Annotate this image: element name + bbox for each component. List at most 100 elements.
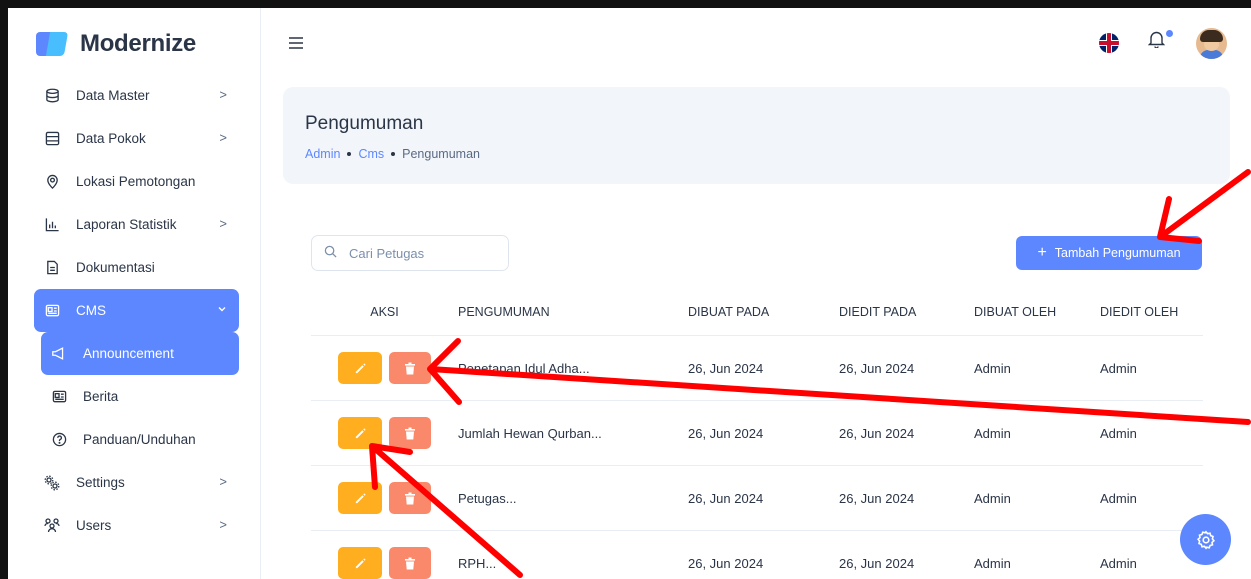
notification-bell-icon[interactable] xyxy=(1147,30,1166,53)
sidebar-item-label: Users xyxy=(76,518,112,533)
brand[interactable]: Modernize xyxy=(36,30,196,58)
sidebar-item-label: Data Pokok xyxy=(76,131,146,146)
created-date: 26, Jun 2024 xyxy=(688,425,764,441)
column-header-diedit-pada[interactable]: DIEDIT PADA xyxy=(839,305,974,319)
column-header-dibuat-pada[interactable]: DIBUAT PADA xyxy=(688,305,839,319)
chart-bar-icon xyxy=(44,217,60,233)
edited-date: 26, Jun 2024 xyxy=(839,490,915,506)
sidebar-item-laporan-statistik[interactable]: Laporan Statistik > xyxy=(34,203,239,246)
trash-icon xyxy=(405,557,415,569)
table-row: Jumlah Hewan Qurban... 26, Jun 2024 26, … xyxy=(311,401,1203,466)
breadcrumb-current: Pengumuman xyxy=(402,147,480,161)
pencil-icon xyxy=(355,362,366,373)
edited-by: Admin xyxy=(1100,490,1137,506)
chevron-right-icon: > xyxy=(219,474,227,489)
sidebar-item-data-master[interactable]: Data Master > xyxy=(34,74,239,117)
pencil-icon xyxy=(355,492,366,503)
sidebar-item-users[interactable]: Users > xyxy=(34,504,239,547)
sidebar-item-lokasi-pemotongan[interactable]: Lokasi Pemotongan xyxy=(34,160,239,203)
delete-button[interactable] xyxy=(389,547,431,579)
trash-icon xyxy=(405,492,415,504)
breadcrumb-link-admin[interactable]: Admin xyxy=(305,147,340,161)
row-actions xyxy=(311,547,458,579)
megaphone-icon xyxy=(51,346,67,362)
sidebar-item-label: Announcement xyxy=(83,346,174,361)
breadcrumb: Admin Cms Pengumuman xyxy=(305,147,480,161)
search-input[interactable] xyxy=(349,245,489,261)
sidebar-item-dokumentasi[interactable]: Dokumentasi xyxy=(34,246,239,289)
sidebar-item-label: Berita xyxy=(83,389,119,404)
delete-button[interactable] xyxy=(389,352,431,384)
edited-date: 26, Jun 2024 xyxy=(839,360,915,376)
language-flag-icon[interactable] xyxy=(1099,33,1119,53)
sidebar-item-panduan-unduhan[interactable]: Panduan/Unduhan xyxy=(41,418,239,461)
table-row: Petugas... 26, Jun 2024 26, Jun 2024 Adm… xyxy=(311,466,1203,531)
database-icon xyxy=(44,88,60,104)
sidebar-item-label: Lokasi Pemotongan xyxy=(76,174,196,189)
sidebar-item-settings[interactable]: Settings > xyxy=(34,461,239,504)
breadcrumb-separator xyxy=(391,152,396,156)
delete-button[interactable] xyxy=(389,417,431,449)
menu-toggle-icon[interactable] xyxy=(288,34,304,55)
table-row: RPH... 26, Jun 2024 26, Jun 2024 Admin A… xyxy=(311,531,1203,579)
delete-button[interactable] xyxy=(389,482,431,514)
brand-name: Modernize xyxy=(80,30,196,57)
pencil-icon xyxy=(355,427,366,438)
column-header-diedit-oleh[interactable]: DIEDIT OLEH xyxy=(1100,305,1203,319)
announcement-table: AKSI PENGUMUMAN DIBUAT PADA DIEDIT PADA … xyxy=(311,289,1203,579)
add-announcement-button[interactable]: + Tambah Pengumuman xyxy=(1016,236,1202,270)
edited-date: 26, Jun 2024 xyxy=(839,425,915,441)
breadcrumb-link-cms[interactable]: Cms xyxy=(358,147,384,161)
announcement-title[interactable]: RPH... xyxy=(458,556,688,571)
table-header: AKSI PENGUMUMAN DIBUAT PADA DIEDIT PADA … xyxy=(311,289,1203,336)
edited-by: Admin xyxy=(1100,360,1137,376)
sidebar: Modernize Data Master > Data Pokok > Lok… xyxy=(8,8,261,579)
announcement-title[interactable]: Petugas... xyxy=(458,491,688,506)
sidebar-item-label: Data Master xyxy=(76,88,150,103)
customizer-settings-button[interactable] xyxy=(1180,514,1231,565)
edit-button[interactable] xyxy=(338,417,382,449)
help-circle-icon xyxy=(51,432,67,448)
table-row: Penetapan Idul Adha... 26, Jun 2024 26, … xyxy=(311,336,1203,401)
edit-button[interactable] xyxy=(338,352,382,384)
chevron-right-icon: > xyxy=(219,87,227,102)
column-header-pengumuman[interactable]: PENGUMUMAN xyxy=(458,305,688,319)
logo-icon xyxy=(36,32,69,56)
page-header-card: Pengumuman Admin Cms Pengumuman xyxy=(283,87,1230,184)
edited-date: 26, Jun 2024 xyxy=(839,555,915,571)
sidebar-item-berita[interactable]: Berita xyxy=(41,375,239,418)
trash-icon xyxy=(405,427,415,439)
sidebar-item-label: Settings xyxy=(76,475,125,490)
edited-by: Admin xyxy=(1100,425,1137,441)
announcement-title[interactable]: Jumlah Hewan Qurban... xyxy=(458,426,688,441)
sidebar-item-cms[interactable]: CMS xyxy=(34,289,239,332)
sidebar-item-label: Laporan Statistik xyxy=(76,217,177,232)
chevron-right-icon: > xyxy=(219,130,227,145)
cms-icon xyxy=(44,303,60,319)
pencil-icon xyxy=(355,557,366,568)
avatar[interactable] xyxy=(1196,28,1227,59)
search-box xyxy=(311,235,509,271)
sidebar-item-label: Panduan/Unduhan xyxy=(83,432,196,447)
edit-button[interactable] xyxy=(338,482,382,514)
created-by: Admin xyxy=(974,360,1011,376)
sidebar-item-data-pokok[interactable]: Data Pokok > xyxy=(34,117,239,160)
notification-dot xyxy=(1166,30,1173,37)
row-actions xyxy=(311,482,458,514)
announcement-title[interactable]: Penetapan Idul Adha... xyxy=(458,361,688,376)
file-icon xyxy=(44,260,60,276)
created-date: 26, Jun 2024 xyxy=(688,490,764,506)
edit-button[interactable] xyxy=(338,547,382,579)
plus-icon: + xyxy=(1037,244,1047,261)
sidebar-nav: Data Master > Data Pokok > Lokasi Pemoto… xyxy=(34,74,239,547)
created-date: 26, Jun 2024 xyxy=(688,555,764,571)
sidebar-item-label: CMS xyxy=(76,303,106,318)
chevron-right-icon: > xyxy=(219,216,227,231)
created-date: 26, Jun 2024 xyxy=(688,360,764,376)
table-icon xyxy=(44,131,60,147)
column-header-dibuat-oleh[interactable]: DIBUAT OLEH xyxy=(974,305,1100,319)
row-actions xyxy=(311,352,458,384)
chevron-down-icon xyxy=(217,302,227,317)
users-icon xyxy=(44,518,60,534)
sidebar-item-announcement[interactable]: Announcement xyxy=(41,332,239,375)
